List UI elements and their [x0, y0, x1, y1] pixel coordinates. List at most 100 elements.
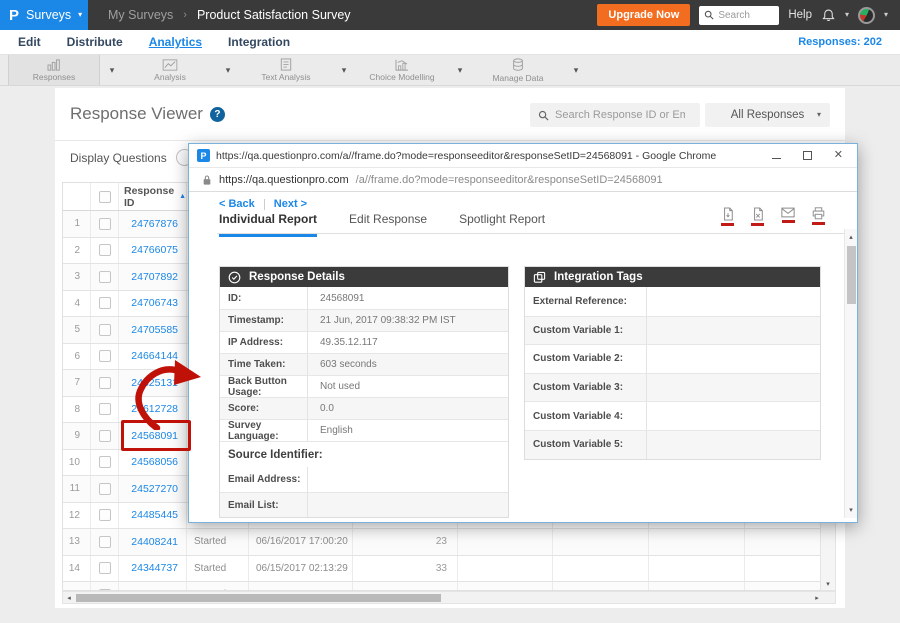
back-link[interactable]: < Back: [219, 198, 255, 210]
avatar[interactable]: [858, 7, 875, 24]
chevron-down-icon: ▾: [78, 11, 82, 19]
breadcrumb-my-surveys[interactable]: My Surveys: [108, 8, 173, 22]
row-checkbox-cell: [91, 450, 119, 476]
maximize-button[interactable]: [803, 151, 812, 160]
scroll-down-icon[interactable]: ▾: [845, 504, 857, 516]
print-icon[interactable]: [812, 207, 825, 226]
toolbar-choice-modelling-dropdown-icon[interactable]: ▾: [448, 55, 472, 85]
survey-nav-items: Edit Distribute Analytics Integration: [18, 35, 290, 49]
row-checkbox[interactable]: [99, 536, 111, 548]
toolbar-responses-dropdown-icon[interactable]: ▾: [100, 55, 124, 85]
response-id-link[interactable]: 24612728: [119, 397, 187, 423]
scrollbar-thumb[interactable]: [76, 594, 441, 602]
nav-item-edit[interactable]: Edit: [18, 35, 41, 49]
notifications-bell-icon[interactable]: [821, 8, 836, 23]
response-search-input[interactable]: [555, 109, 685, 121]
nav-item-integration[interactable]: Integration: [228, 35, 290, 49]
toolbar-text-analysis[interactable]: Text Analysis: [240, 55, 332, 85]
row-checkbox[interactable]: [99, 244, 111, 256]
popup-scrollbar[interactable]: ▴ ▾: [844, 229, 857, 518]
help-badge-icon[interactable]: ?: [210, 107, 225, 122]
table-horizontal-scrollbar[interactable]: ◂ ▸: [62, 591, 836, 604]
response-id-link[interactable]: 24485445: [119, 503, 187, 529]
row-checkbox[interactable]: [99, 403, 111, 415]
table-row: 1424344737Started06/15/2017 02:13:2933: [63, 556, 820, 583]
scroll-down-icon[interactable]: ▾: [821, 578, 835, 590]
toolbar-text-analysis-dropdown-icon[interactable]: ▾: [332, 55, 356, 85]
row-checkbox[interactable]: [99, 456, 111, 468]
response-details-extra-rows: Email Address:Email List:: [220, 467, 508, 517]
response-id-link[interactable]: 24527270: [119, 476, 187, 502]
row-checkbox[interactable]: [99, 562, 111, 574]
upgrade-now-button[interactable]: Upgrade Now: [597, 4, 690, 26]
chevron-down-icon[interactable]: ▾: [884, 11, 888, 19]
scroll-left-icon[interactable]: ◂: [63, 592, 75, 603]
row-checkbox[interactable]: [99, 218, 111, 230]
empty-cell: [745, 582, 820, 591]
next-link[interactable]: Next >: [274, 198, 307, 210]
row-checkbox[interactable]: [99, 483, 111, 495]
nav-item-distribute[interactable]: Distribute: [67, 35, 123, 49]
toolbar-responses-label: Responses: [33, 72, 76, 82]
row-checkbox[interactable]: [99, 509, 111, 521]
scrollbar-thumb[interactable]: [847, 246, 856, 304]
all-responses-dropdown[interactable]: All Responses ▾: [705, 103, 830, 127]
surveys-menu[interactable]: P Surveys ▾: [0, 0, 88, 30]
popup-url-bar[interactable]: https://qa.questionpro.com/a//frame.do?m…: [189, 168, 857, 192]
detail-row: Time Taken:603 seconds: [220, 353, 508, 375]
minimize-button[interactable]: [772, 158, 781, 159]
scroll-up-icon[interactable]: ▴: [845, 231, 857, 243]
detail-row: Score:0.0: [220, 397, 508, 419]
response-id-link[interactable]: 24767876: [119, 211, 187, 237]
search-icon: [538, 110, 549, 121]
toolbar-manage-data-dropdown-icon[interactable]: ▾: [564, 55, 588, 85]
response-id-header[interactable]: Response ID ▲: [119, 183, 187, 210]
response-id-link[interactable]: 24707892: [119, 264, 187, 290]
response-id-link[interactable]: 24766075: [119, 238, 187, 264]
popup-titlebar[interactable]: P https://qa.questionpro.com/a//frame.do…: [189, 144, 857, 168]
response-id-link[interactable]: 24408241: [119, 529, 187, 555]
url-domain: https://qa.questionpro.com: [219, 174, 349, 186]
detail-row: Custom Variable 3:: [525, 373, 820, 402]
nav-item-analytics[interactable]: Analytics: [149, 35, 202, 49]
detail-value: [647, 374, 820, 402]
response-id-link[interactable]: 24664144: [119, 344, 187, 370]
detail-row: Timestamp:21 Jun, 2017 09:38:32 PM IST: [220, 309, 508, 331]
timestamp-cell: 06/15/2017 02:13:29: [249, 556, 353, 582]
toolbar-choice-modelling[interactable]: Choice Modelling: [356, 55, 448, 85]
response-id-link[interactable]: 24568091: [119, 423, 187, 449]
row-checkbox[interactable]: [99, 297, 111, 309]
row-checkbox[interactable]: [99, 324, 111, 336]
responses-chart-icon: [46, 59, 62, 71]
response-search[interactable]: [530, 103, 700, 127]
select-all-checkbox[interactable]: [99, 191, 111, 203]
response-id-link[interactable]: 24344737: [119, 556, 187, 582]
help-link[interactable]: Help: [788, 9, 812, 21]
row-checkbox[interactable]: [99, 350, 111, 362]
row-checkbox[interactable]: [99, 377, 111, 389]
detail-label: Custom Variable 4:: [525, 402, 647, 430]
scroll-right-icon[interactable]: ▸: [811, 592, 823, 603]
empty-cell: [553, 529, 649, 555]
response-id-link[interactable]: 24706743: [119, 291, 187, 317]
response-id-link[interactable]: 24625131: [119, 370, 187, 396]
close-button[interactable]: ✕: [834, 150, 843, 161]
responses-count[interactable]: Responses: 202: [798, 36, 882, 48]
excel-export-icon[interactable]: [751, 207, 764, 226]
detail-value: 24568091: [308, 287, 508, 309]
detail-value: 0.0: [308, 398, 508, 419]
response-id-link[interactable]: 24568056: [119, 450, 187, 476]
chevron-down-icon[interactable]: ▾: [845, 11, 849, 19]
toolbar-analysis-dropdown-icon[interactable]: ▾: [216, 55, 240, 85]
toolbar-responses[interactable]: Responses: [8, 55, 100, 85]
global-search-input[interactable]: [718, 10, 776, 21]
response-id-link[interactable]: 24705585: [119, 317, 187, 343]
pdf-export-icon[interactable]: [721, 207, 734, 226]
toolbar-manage-data[interactable]: Manage Data: [472, 55, 564, 85]
response-id-link[interactable]: [119, 582, 187, 591]
row-checkbox[interactable]: [99, 430, 111, 442]
email-icon[interactable]: [781, 207, 795, 226]
toolbar-analysis[interactable]: Analysis: [124, 55, 216, 85]
global-search[interactable]: [699, 6, 779, 25]
row-checkbox[interactable]: [99, 271, 111, 283]
